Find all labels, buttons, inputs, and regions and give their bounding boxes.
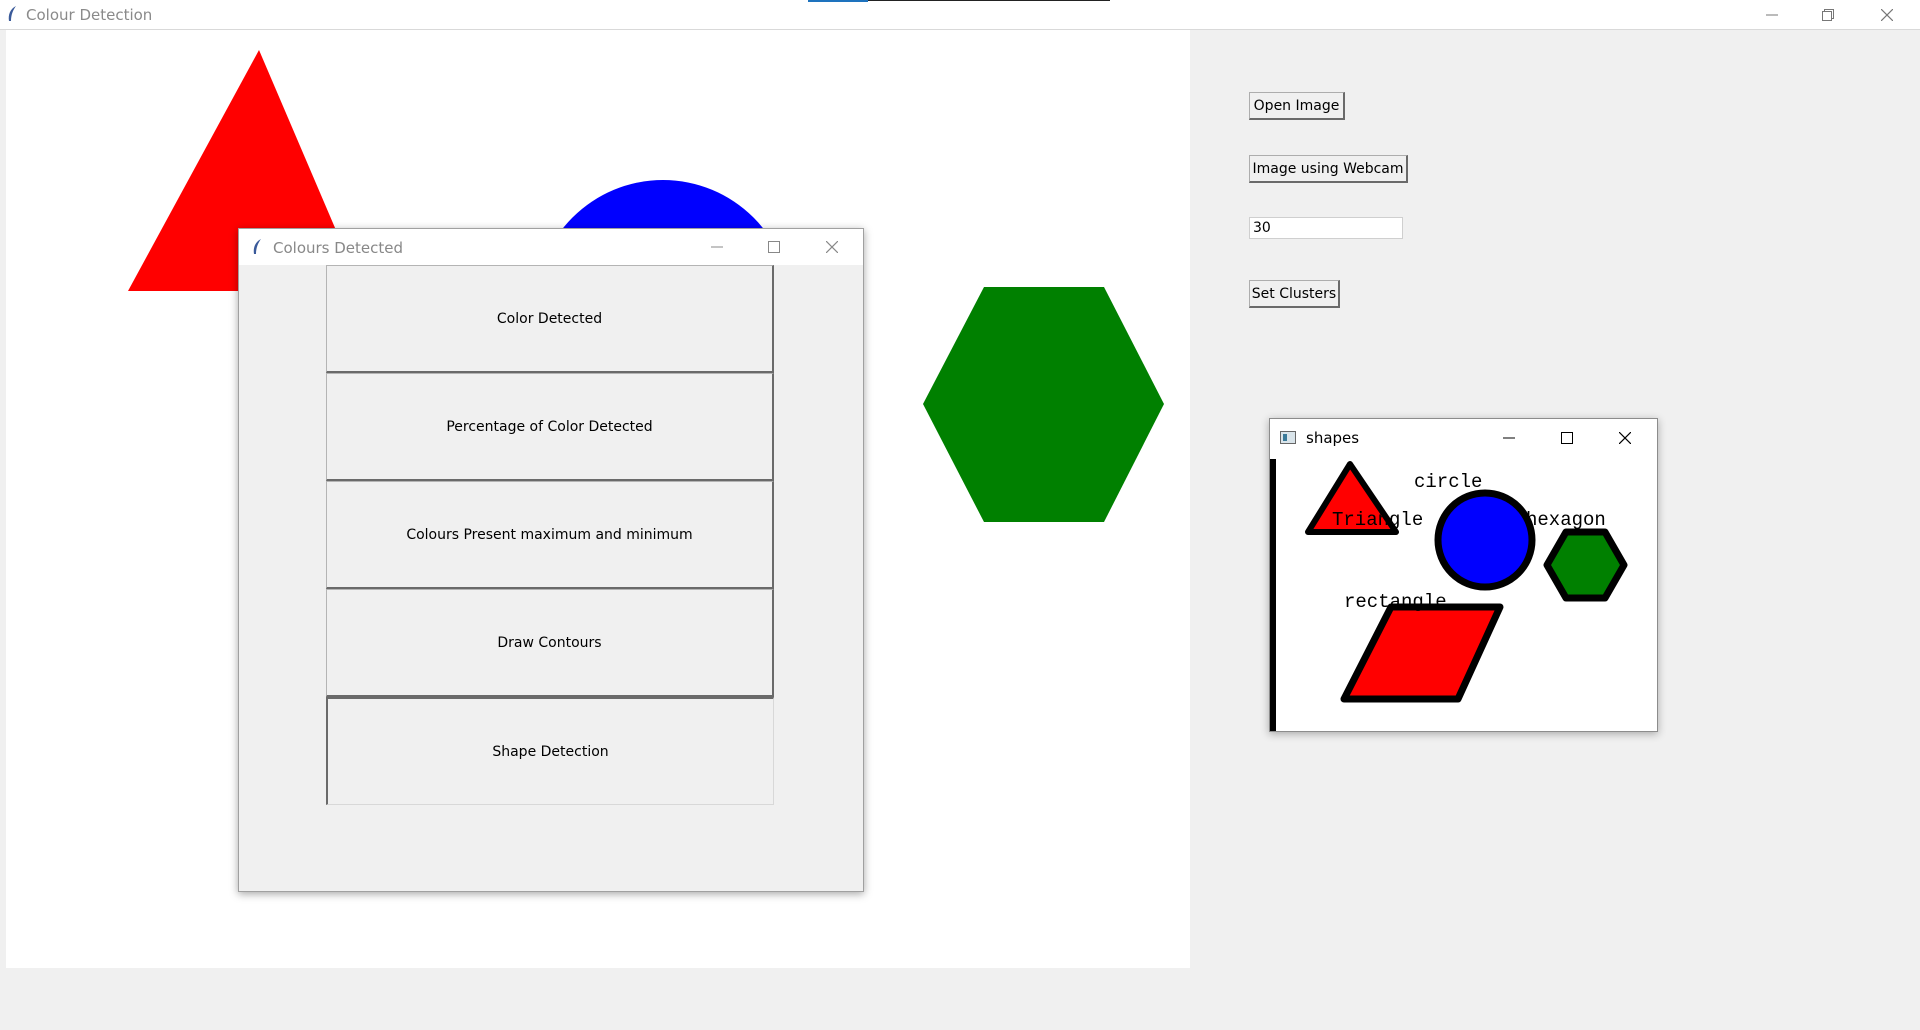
- dialog-title-bar: Colours Detected: [239, 229, 863, 265]
- close-icon[interactable]: [1619, 432, 1631, 444]
- window-icon: [1280, 431, 1296, 444]
- maximize-icon[interactable]: [768, 241, 780, 253]
- shapes-window: shapes Triangle circle hexagon rectangle: [1269, 418, 1658, 732]
- label-rectangle: rectangle: [1344, 591, 1447, 613]
- detected-hexagon: [1543, 528, 1628, 602]
- minimize-icon: [1766, 14, 1778, 15]
- label-triangle: Triangle: [1332, 509, 1423, 531]
- hexagon-shape: [923, 287, 1164, 522]
- open-image-button[interactable]: Open Image: [1249, 92, 1345, 120]
- feather-icon: [8, 6, 16, 21]
- set-clusters-button[interactable]: Set Clusters: [1249, 280, 1340, 308]
- close-icon[interactable]: [826, 241, 838, 253]
- minimize-icon[interactable]: [1503, 432, 1515, 444]
- webcam-button[interactable]: Image using Webcam: [1249, 155, 1408, 183]
- shape-detection-button[interactable]: Shape Detection: [326, 697, 774, 805]
- taskbar-accent: [808, 0, 868, 2]
- percentage-color-button[interactable]: Percentage of Color Detected: [326, 373, 774, 481]
- restore-icon: [1822, 8, 1834, 21]
- dialog-title: Colours Detected: [273, 239, 404, 257]
- main-title-bar: Colour Detection: [0, 0, 1920, 30]
- colours-detected-dialog: Colours Detected Color Detected Percenta…: [238, 228, 864, 892]
- minimize-button[interactable]: [1749, 0, 1795, 29]
- restore-button[interactable]: [1805, 0, 1851, 29]
- close-button[interactable]: [1864, 0, 1910, 29]
- feather-icon: [253, 239, 261, 254]
- window-title: Colour Detection: [26, 6, 153, 24]
- label-circle: circle: [1414, 471, 1482, 493]
- colours-max-min-button[interactable]: Colours Present maximum and minimum: [326, 481, 774, 589]
- detected-rectangle: [1340, 603, 1504, 703]
- left-border: [1270, 459, 1276, 731]
- shapes-title-bar: shapes: [1270, 419, 1657, 457]
- maximize-icon[interactable]: [1561, 432, 1573, 444]
- draw-contours-button[interactable]: Draw Contours: [326, 589, 774, 697]
- clusters-input[interactable]: [1249, 217, 1403, 239]
- color-detected-button[interactable]: Color Detected: [326, 265, 774, 373]
- taskbar-line: [868, 0, 1110, 1]
- minimize-icon[interactable]: [711, 241, 723, 253]
- shapes-image: Triangle circle hexagon rectangle: [1270, 459, 1657, 731]
- label-hexagon: hexagon: [1526, 509, 1606, 531]
- shapes-title: shapes: [1306, 429, 1360, 447]
- detected-circle: [1434, 489, 1536, 591]
- close-icon: [1881, 8, 1893, 21]
